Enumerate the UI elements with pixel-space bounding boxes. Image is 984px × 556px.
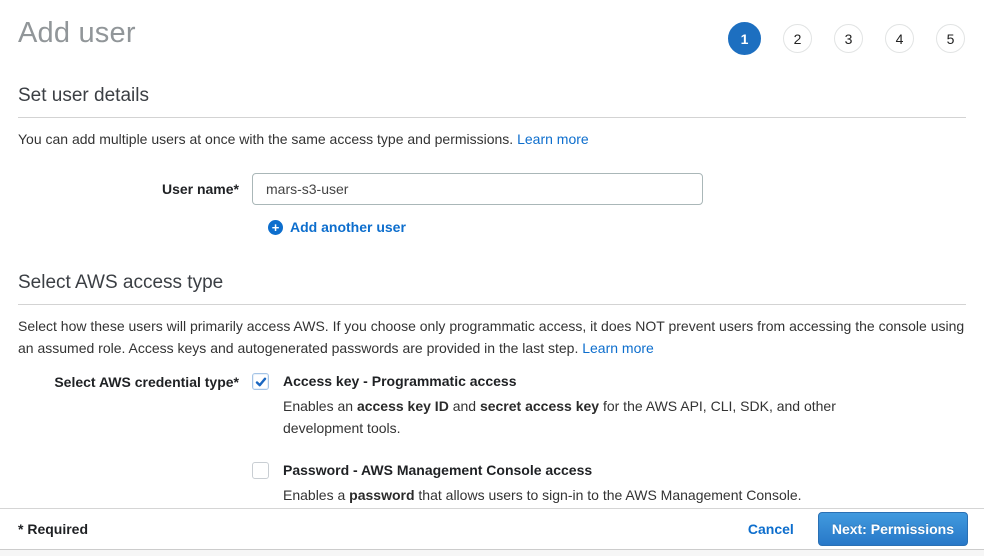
access-key-option-description: Enables an access key ID and secret acce…	[283, 395, 836, 439]
user-details-heading: Set user details	[18, 85, 966, 118]
credential-type-row: Select AWS credential type* Access key -…	[18, 373, 966, 506]
password-option-body: Password - AWS Management Console access…	[283, 462, 802, 506]
step-indicator-3: 3	[834, 24, 863, 53]
checkmark-icon	[255, 376, 267, 388]
page-title: Add user	[18, 17, 136, 50]
access-type-intro-text: Select how these users will primarily ac…	[18, 318, 964, 356]
password-option-description: Enables a password that allows users to …	[283, 484, 802, 506]
username-input[interactable]	[252, 173, 703, 205]
wizard-footer: * Required Cancel Next: Permissions	[0, 508, 984, 550]
wizard-steps: 1 2 3 4 5	[728, 22, 966, 55]
password-option-title[interactable]: Password - AWS Management Console access	[283, 462, 802, 479]
add-another-user-row: + Add another user	[18, 219, 966, 235]
step-indicator-1: 1	[728, 22, 761, 55]
password-checkbox[interactable]	[252, 462, 269, 479]
credential-type-label: Select AWS credential type*	[18, 373, 252, 390]
step-indicator-5: 5	[936, 24, 965, 53]
credential-options: Access key - Programmatic access Enables…	[252, 373, 836, 506]
option-password: Password - AWS Management Console access…	[252, 462, 836, 506]
add-user-wizard: Add user 1 2 3 4 5 Set user details You …	[0, 0, 984, 506]
credential-form: Select AWS credential type* Access key -…	[18, 373, 966, 506]
step-indicator-4: 4	[885, 24, 914, 53]
required-note: * Required	[18, 521, 88, 537]
username-label: User name*	[18, 173, 252, 197]
access-type-section: Select AWS access type Select how these …	[18, 272, 966, 506]
user-details-intro-text: You can add multiple users at once with …	[18, 131, 517, 147]
option-access-key: Access key - Programmatic access Enables…	[252, 373, 836, 439]
username-row: User name*	[18, 173, 966, 205]
add-another-user-link[interactable]: Add another user	[290, 219, 406, 235]
learn-more-link-user-details[interactable]: Learn more	[517, 131, 589, 147]
step-indicator-2: 2	[783, 24, 812, 53]
user-details-form: User name* + Add another user	[18, 173, 966, 235]
page-header: Add user 1 2 3 4 5	[18, 0, 966, 76]
cancel-button[interactable]: Cancel	[748, 521, 794, 537]
page-bottom-strip	[0, 550, 984, 556]
access-type-intro: Select how these users will primarily ac…	[18, 315, 966, 359]
access-key-checkbox[interactable]	[252, 373, 269, 390]
access-type-heading: Select AWS access type	[18, 272, 966, 305]
user-details-section: Set user details You can add multiple us…	[18, 85, 966, 235]
access-key-option-title[interactable]: Access key - Programmatic access	[283, 373, 836, 390]
plus-circle-icon[interactable]: +	[268, 220, 283, 235]
user-details-intro: You can add multiple users at once with …	[18, 128, 966, 150]
learn-more-link-access-type[interactable]: Learn more	[582, 340, 654, 356]
next-permissions-button[interactable]: Next: Permissions	[818, 512, 968, 546]
access-key-option-body: Access key - Programmatic access Enables…	[283, 373, 836, 439]
